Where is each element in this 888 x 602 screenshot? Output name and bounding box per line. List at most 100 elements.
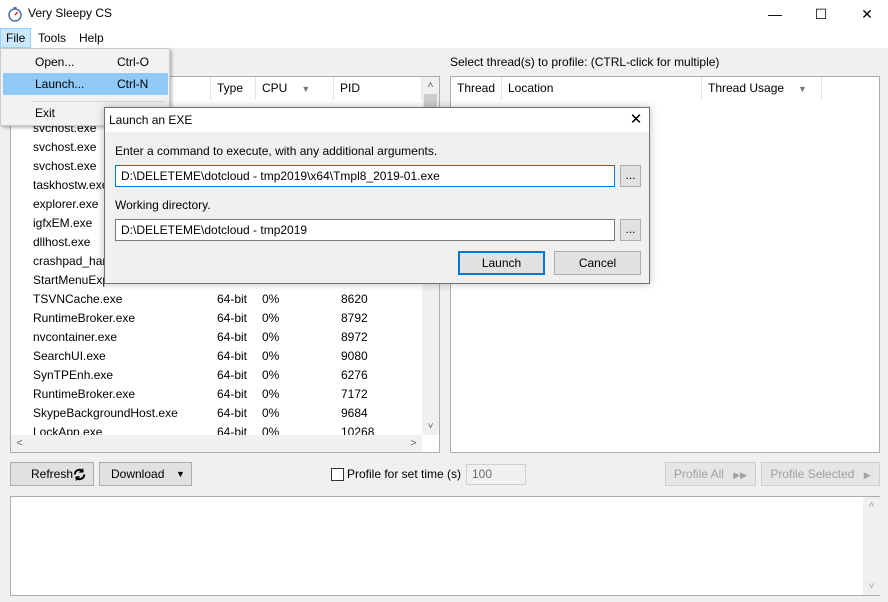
table-row[interactable]: RuntimeBroker.exe 64-bit 0% 7172: [11, 385, 421, 404]
dialog-title-bar: Launch an EXE ✕: [105, 108, 649, 132]
launch-button[interactable]: Launch: [458, 251, 545, 275]
scroll-down-icon[interactable]: ˅: [422, 418, 439, 435]
cell-pid: 6276: [341, 368, 368, 382]
cell-name: SynTPEnh.exe: [33, 368, 114, 382]
profile-time-checkbox[interactable]: [331, 468, 344, 481]
profile-time-label: Profile for set time (s): [347, 467, 462, 481]
scroll-left-icon[interactable]: ˂: [11, 435, 28, 452]
cell-type: 64-bit: [217, 349, 248, 363]
column-header-pid[interactable]: PID: [334, 77, 422, 100]
cell-type: 64-bit: [217, 368, 248, 382]
column-pid-label: PID: [340, 81, 361, 95]
profile-time-input[interactable]: 100: [466, 464, 526, 485]
maximize-button[interactable]: ☐: [798, 0, 844, 28]
browse-command-button[interactable]: ...: [620, 165, 641, 187]
table-row[interactable]: nvcontainer.exe 64-bit 0% 8972: [11, 328, 421, 347]
workdir-label: Working directory.: [115, 198, 211, 212]
sort-down-icon: ▼: [301, 84, 311, 94]
scroll-right-icon[interactable]: ˃: [405, 435, 422, 452]
scroll-down-icon[interactable]: ˅: [863, 578, 880, 595]
menu-item-launch-label: Launch...: [35, 77, 85, 91]
column-thread-label: Thread: [457, 81, 496, 95]
window-title: Very Sleepy CS: [28, 6, 113, 20]
column-header-location[interactable]: Location: [502, 77, 702, 100]
scroll-up-icon[interactable]: ˄: [863, 497, 880, 514]
column-header-type[interactable]: Type: [211, 77, 256, 100]
column-usage-label: Thread Usage: [708, 81, 785, 95]
cell-cpu: 0%: [262, 368, 280, 382]
cell-cpu: 0%: [262, 406, 280, 420]
cell-pid: 7172: [341, 387, 368, 401]
profile-selected-button[interactable]: Profile Selected ▶: [761, 462, 880, 486]
command-input[interactable]: D:\DELETEME\dotcloud - tmp2019\x64\Tmpl8…: [115, 165, 615, 187]
cell-cpu: 0%: [262, 292, 280, 306]
menu-file[interactable]: File: [0, 28, 32, 48]
close-button[interactable]: ✕: [844, 0, 888, 28]
cell-type: 64-bit: [217, 425, 248, 435]
cell-cpu: 0%: [262, 387, 280, 401]
profile-all-button[interactable]: Profile All ▶▶: [665, 462, 756, 486]
table-row[interactable]: SkypeBackgroundHost.exe 64-bit 0% 9684: [11, 404, 421, 423]
profile-selected-label: Profile Selected: [770, 467, 855, 481]
refresh-label: Refresh: [30, 467, 74, 481]
title-bar: Very Sleepy CS — ☐ ✕: [0, 0, 888, 28]
menu-item-open-shortcut: Ctrl-O: [117, 55, 149, 69]
launch-dialog: Launch an EXE ✕ Enter a command to execu…: [104, 107, 650, 284]
cancel-button[interactable]: Cancel: [554, 251, 641, 275]
cell-type: 64-bit: [217, 387, 248, 401]
cell-pid: 4380: [341, 100, 401, 106]
cell-type: 64-bit: [217, 100, 257, 106]
cell-pid: 8792: [341, 311, 368, 325]
download-button[interactable]: Download ▼: [99, 462, 192, 486]
play-icon: ▶: [863, 470, 871, 480]
menu-bar: File Tools Help: [0, 28, 888, 48]
column-cpu-label: CPU: [262, 81, 288, 95]
threads-label: Select thread(s) to profile: (CTRL-click…: [450, 55, 720, 69]
column-location-label: Location: [508, 81, 554, 95]
table-row[interactable]: RuntimeBroker.exe 64-bit 0% 8792: [11, 309, 421, 328]
minimize-button[interactable]: —: [752, 0, 798, 28]
table-row[interactable]: LockApp.exe 64-bit 0% 10268: [11, 423, 421, 435]
log-scrollbar[interactable]: ˄ ˅: [863, 497, 880, 595]
cell-cpu: 0%: [262, 349, 280, 363]
horizontal-scrollbar[interactable]: ˂ ˃: [11, 435, 422, 452]
fast-forward-icon: ▶▶: [733, 470, 748, 480]
scroll-up-icon[interactable]: ˄: [422, 77, 439, 94]
cell-pid: 8620: [341, 292, 368, 306]
cell-type: 64-bit: [217, 292, 248, 306]
cell-name: LockApp.exe: [33, 425, 103, 435]
table-row[interactable]: SearchUI.exe 64-bit 0% 9080: [11, 347, 421, 366]
table-row[interactable]: SynTPEnh.exe 64-bit 0% 6276: [11, 366, 421, 385]
column-header-thread-usage[interactable]: Thread Usage ▼: [702, 77, 822, 100]
menu-help[interactable]: Help: [74, 28, 109, 48]
cell-cpu: 0%: [262, 425, 280, 435]
command-label: Enter a command to execute, with any add…: [115, 144, 438, 158]
refresh-icon: [73, 467, 86, 482]
cell-pid: 10268: [341, 425, 375, 435]
cell-cpu: 0%: [262, 100, 302, 106]
menu-item-launch[interactable]: Launch... Ctrl-N: [3, 73, 168, 95]
workdir-input[interactable]: D:\DELETEME\dotcloud - tmp2019: [115, 219, 615, 241]
sort-down-icon: ▼: [798, 84, 807, 94]
cell-cpu: 0%: [262, 330, 280, 344]
menu-item-launch-shortcut: Ctrl-N: [117, 77, 149, 91]
cell-name: SkypeBackgroundHost.exe: [33, 406, 178, 420]
refresh-button[interactable]: Refresh: [10, 462, 94, 486]
cell-name: RuntimeBroker.exe: [33, 311, 136, 325]
dialog-close-icon[interactable]: ✕: [623, 108, 649, 132]
cell-type: 64-bit: [217, 406, 248, 420]
menu-tools[interactable]: Tools: [33, 28, 71, 48]
cell-name: SearchUI.exe: [33, 349, 106, 363]
menu-item-open[interactable]: Open... Ctrl-O: [3, 51, 168, 73]
cell-cpu: 0%: [262, 311, 280, 325]
cell-pid: 9684: [341, 406, 368, 420]
menu-item-exit-label: Exit: [35, 106, 56, 120]
table-row[interactable]: TSVNCache.exe 64-bit 0% 8620: [11, 290, 421, 309]
menu-item-open-label: Open...: [35, 55, 75, 69]
log-panel[interactable]: ˄ ˅: [10, 496, 880, 596]
column-header-thread[interactable]: Thread: [451, 77, 502, 100]
browse-workdir-button[interactable]: ...: [620, 219, 641, 241]
cell-type: 64-bit: [217, 311, 248, 325]
column-header-cpu[interactable]: CPU ▼: [256, 77, 334, 100]
cell-pid: 9080: [341, 349, 368, 363]
